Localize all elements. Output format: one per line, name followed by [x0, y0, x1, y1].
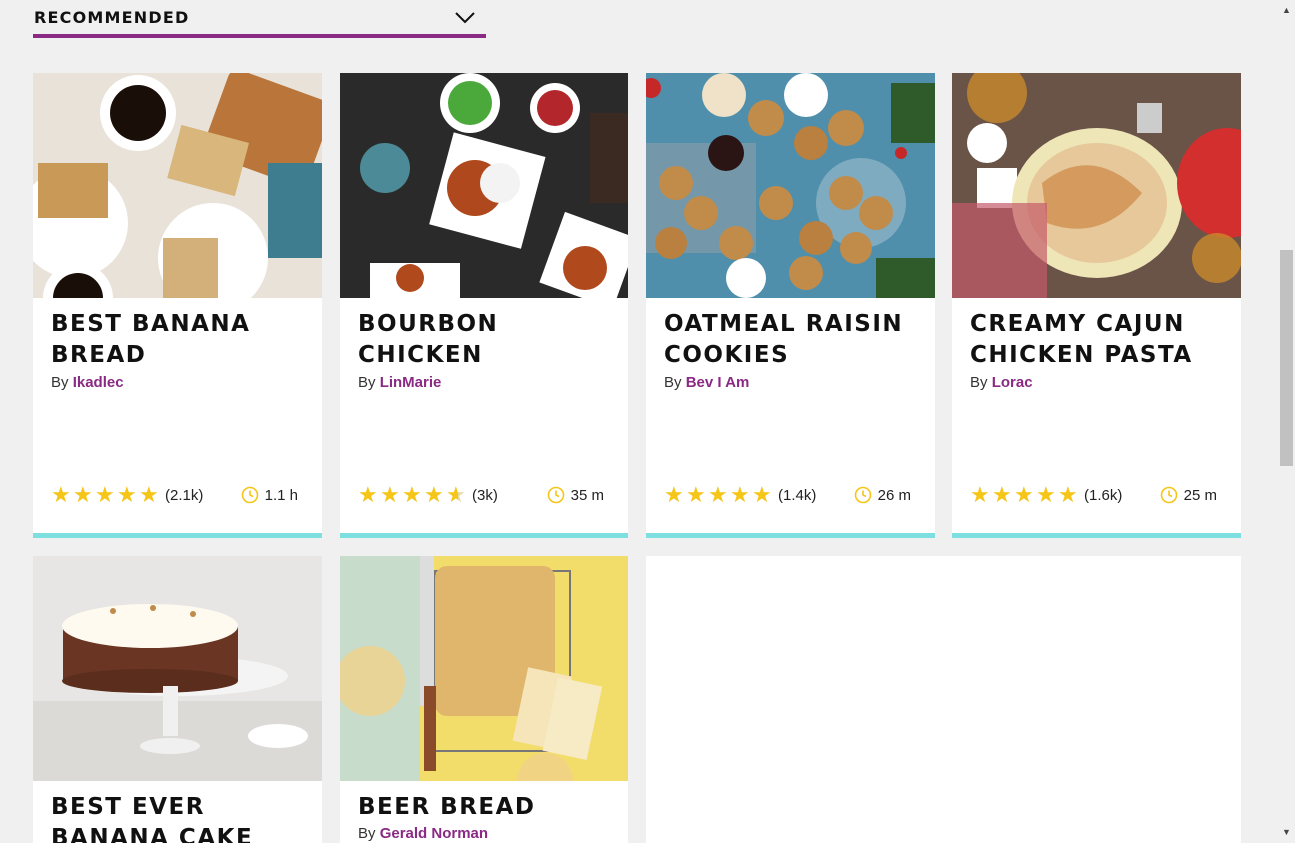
recipe-byline: By Gerald Norman [358, 825, 488, 842]
star-icon: ★ [1036, 482, 1056, 507]
recipe-card[interactable]: OATMEAL RAISIN COOKIES By Bev I Am ★ ★ ★… [646, 73, 935, 538]
recipe-rating: ★ ★ ★ ★ ★ (2.1k) [51, 482, 204, 507]
star-icon: ★ [358, 482, 378, 507]
recipe-card[interactable]: BEST BANANA BREAD By Ikadlec ★ ★ ★ ★ ★ (… [33, 73, 322, 538]
star-icon: ★ [402, 482, 422, 507]
clock-icon [854, 486, 871, 504]
recipe-author-link[interactable]: Ikadlec [73, 374, 124, 391]
recipe-rating: ★ ★ ★ ★ ★ (3k) [358, 482, 498, 507]
star-icon: ★ [664, 482, 684, 507]
recipe-card[interactable]: BEST EVER BANANA CAKE WITH CREAM [33, 556, 322, 843]
clock-icon [1160, 486, 1177, 504]
recipe-time: 1.1 h [241, 485, 298, 505]
recipe-image[interactable] [33, 73, 322, 298]
time-value: 25 m [1183, 486, 1217, 504]
clock-icon [241, 486, 258, 504]
scrollbar[interactable]: ▲ ▼ [1278, 0, 1295, 843]
recipe-title[interactable]: OATMEAL RAISIN COOKIES [664, 309, 934, 371]
star-icon: ★ [73, 482, 93, 507]
star-icon: ★ [730, 482, 750, 507]
time-value: 1.1 h [264, 486, 298, 504]
scroll-up-arrow-icon[interactable]: ▲ [1278, 2, 1295, 19]
star-icon: ★ [686, 482, 706, 507]
recipe-author-link[interactable]: LinMarie [380, 374, 442, 391]
recipe-image[interactable] [952, 73, 1241, 298]
sort-label: RECOMMENDED [34, 8, 190, 27]
recipe-card[interactable]: BEER BREAD By Gerald Norman [340, 556, 628, 843]
rating-count: (1.4k) [778, 486, 817, 504]
star-icon: ★ [708, 482, 728, 507]
recipe-image[interactable] [33, 556, 322, 781]
star-icon: ★ [117, 482, 137, 507]
scroll-down-arrow-icon[interactable]: ▼ [1278, 824, 1295, 841]
by-prefix: By [51, 374, 69, 391]
ad-placeholder [646, 556, 1241, 843]
rating-count: (1.6k) [1084, 486, 1123, 504]
star-icon: ★ [424, 482, 444, 507]
star-icon: ★ [992, 482, 1012, 507]
recipe-image[interactable] [340, 73, 628, 298]
recipe-byline: By Lorac [970, 374, 1033, 391]
rating-count: (3k) [472, 486, 498, 504]
recipe-title[interactable]: BOURBON CHICKEN [358, 309, 628, 371]
recipe-time: 26 m [854, 485, 911, 505]
recipe-author-link[interactable]: Lorac [992, 374, 1033, 391]
recipe-rating: ★ ★ ★ ★ ★ (1.4k) [664, 482, 817, 507]
star-icon: ★ [51, 482, 71, 507]
recipe-title[interactable]: BEST BANANA BREAD [51, 309, 321, 371]
recipe-byline: By Bev I Am [664, 374, 749, 391]
recipe-author-link[interactable]: Bev I Am [686, 374, 750, 391]
by-prefix: By [664, 374, 682, 391]
recipe-time: 35 m [547, 485, 604, 505]
recipe-image[interactable] [340, 556, 628, 781]
recipe-image[interactable] [646, 73, 935, 298]
sort-dropdown[interactable]: RECOMMENDED [33, 0, 486, 38]
recipe-card[interactable]: CREAMY CAJUN CHICKEN PASTA By Lorac ★ ★ … [952, 73, 1241, 538]
recipe-byline: By LinMarie [358, 374, 441, 391]
star-icon: ★ [752, 482, 772, 507]
time-value: 35 m [570, 486, 604, 504]
star-icon: ★ [1058, 482, 1078, 507]
recipe-title[interactable]: CREAMY CAJUN CHICKEN PASTA [970, 309, 1240, 371]
clock-icon [547, 486, 564, 504]
chevron-down-icon [455, 12, 475, 24]
recipe-byline: By Ikadlec [51, 374, 124, 391]
by-prefix: By [358, 374, 376, 391]
time-value: 26 m [877, 486, 911, 504]
recipe-title[interactable]: BEST EVER BANANA CAKE WITH CREAM [51, 792, 321, 843]
recipe-card[interactable]: BOURBON CHICKEN By LinMarie ★ ★ ★ ★ ★ (3… [340, 73, 628, 538]
recipe-title[interactable]: BEER BREAD [358, 792, 628, 823]
scroll-thumb[interactable] [1280, 250, 1293, 466]
recipe-rating: ★ ★ ★ ★ ★ (1.6k) [970, 482, 1123, 507]
star-icon: ★ [970, 482, 990, 507]
star-icon: ★ [95, 482, 115, 507]
rating-count: (2.1k) [165, 486, 204, 504]
by-prefix: By [970, 374, 988, 391]
star-icon: ★ [139, 482, 159, 507]
recipe-time: 25 m [1160, 485, 1217, 505]
by-prefix: By [358, 825, 376, 842]
star-half-icon: ★ [446, 484, 468, 506]
recipe-author-link[interactable]: Gerald Norman [380, 825, 488, 842]
star-icon: ★ [380, 482, 400, 507]
star-icon: ★ [1014, 482, 1034, 507]
